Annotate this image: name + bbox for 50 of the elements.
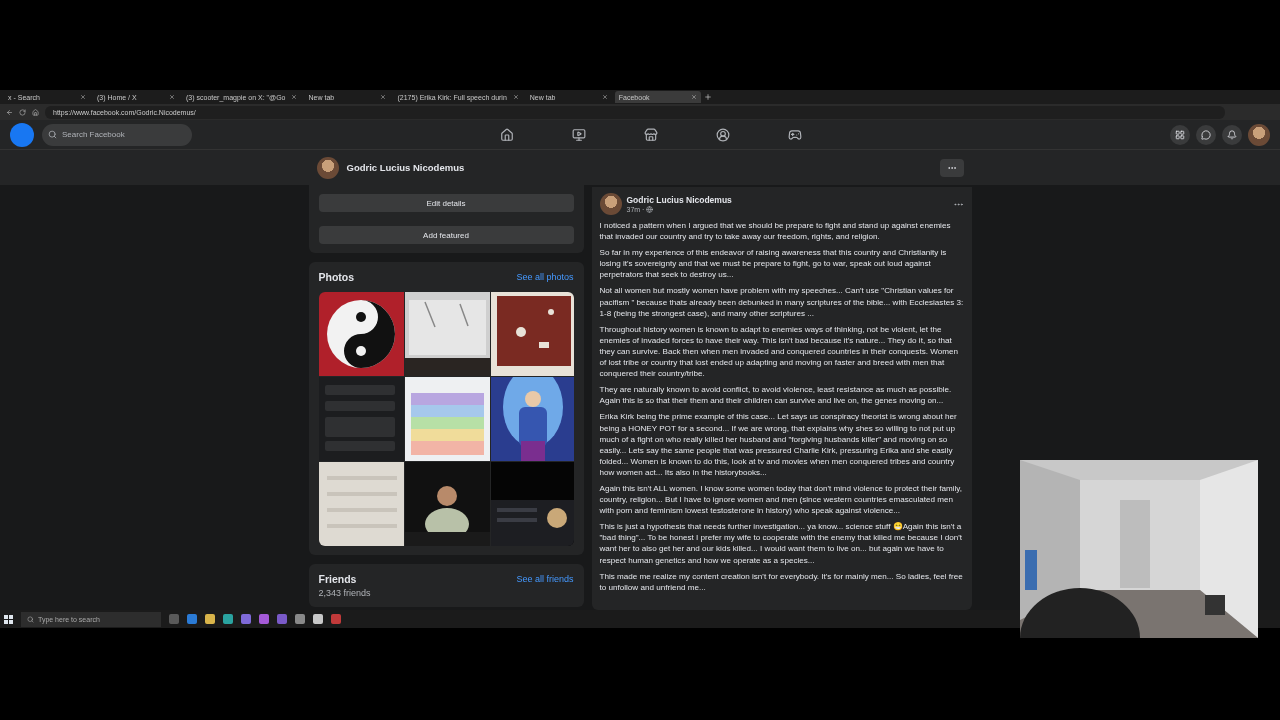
action-button[interactable]: Edit details xyxy=(318,194,574,212)
post-author[interactable]: Godric Lucius Nicodemus xyxy=(626,195,948,205)
post-paragraph: I noticed a pattern when I argued that we should be prepare to fight and stand up against enemies that invaded our country and try to take away our freedom, rights, and religion. xyxy=(599,220,952,243)
see-all-link[interactable]: See all photos xyxy=(516,272,574,282)
grid-icon xyxy=(1175,129,1185,140)
avatar xyxy=(599,193,622,215)
close-icon[interactable] xyxy=(291,94,298,100)
search-icon xyxy=(48,130,57,139)
friend-count: 2,343 friends xyxy=(318,588,372,598)
close-icon[interactable] xyxy=(512,94,519,100)
search-field[interactable]: Search Facebook xyxy=(42,123,192,146)
search-icon xyxy=(27,615,34,623)
post-paragraph: Throughout history women is known to adapt to enemies ways of thinking, not be violent, let the enemies of invaded forces to have their way. This isn't bad because it's nature... They do it, so that they can survive. Back then when men invaded and conquered countries in their conquests. Women of lost tribe or country that lost ended up adapting and moving on faster and breed with men that conquered their country/tribe. xyxy=(599,323,959,380)
windows-icon[interactable] xyxy=(4,614,13,624)
globe-icon xyxy=(646,206,654,213)
see-all-link[interactable]: See all friends xyxy=(516,574,574,584)
messenger-button[interactable] xyxy=(1196,124,1216,145)
home-icon[interactable] xyxy=(32,108,39,116)
post-paragraph: So far in my experience of this endeavor of raising awareness that this country and Christianity is losing it's sovereignty and that we must be prepare to fight, go to war, speak out loud against perpetrators that seek to destroy us... xyxy=(599,247,948,281)
close-icon[interactable] xyxy=(80,94,86,100)
card-title: Friends xyxy=(318,573,357,585)
close-icon[interactable] xyxy=(601,94,608,100)
post-paragraph: They are naturally known to avoid conflict, to avoid violence, least resistance as much as possible. Again this is so that their them and their children can survive and live on, the genes moving on... xyxy=(599,384,953,407)
bell-icon xyxy=(1227,129,1237,140)
card-title: Photos xyxy=(318,271,355,283)
post-paragraph: This is just a hypothesis that needs further investigation... ya know... science stuff 😁Again this isn't a "bad thing"... To be honest I prefer my wife to cooperate with the enemy that killed me because I don't want her to also get her and our kids killed... I would want them to live on... but again we have to respect human genetics and how we operate as a species... xyxy=(599,521,964,566)
post-paragraph: Again this isn't ALL women. I know some women today that don't mind violence to protect their family, country, religion... But I have to ignore women and men (since western countries emasculated men with porn and feminism lowest testosterone in history) who speak against violence... xyxy=(599,482,964,517)
reload-icon[interactable] xyxy=(19,108,26,116)
avatar xyxy=(316,156,339,179)
notifications-button[interactable] xyxy=(1222,124,1242,145)
menu-button[interactable] xyxy=(1170,124,1190,145)
close-icon[interactable] xyxy=(169,94,175,100)
video-icon[interactable] xyxy=(572,127,586,142)
back-icon[interactable] xyxy=(6,108,13,116)
more-button[interactable] xyxy=(939,158,964,177)
gamepad-icon[interactable] xyxy=(788,127,802,142)
post-paragraph: Erika Kirk being the prime example of this case... Let says us conspiracy theorist is wrong about her being a HONEY POT for a second... If we are wrong, that explains why shes so willing to not put up much of a fight on who really killed her husband and "forgiving husbands killer" and moving on so easily... Lets say the same people that was pressured Charlie Kirk, pressuring Erika and she easily folded... Women is known to do this, look at tv and movies when men conquered tribes and country how women act... Its also in the historybooks... xyxy=(599,411,958,478)
close-icon[interactable] xyxy=(690,94,697,100)
action-button[interactable]: Add featured xyxy=(318,226,574,244)
profile-name: Godric Lucius Nicodemus xyxy=(346,162,466,173)
logo-icon[interactable] xyxy=(10,122,34,147)
chat-bubble-icon xyxy=(1201,129,1211,140)
home-icon[interactable] xyxy=(500,127,514,142)
post-paragraph: Not all women but mostly women have problem with my speeches... Can't use "Christian values for pacifism " because thats already been debunked in many scriptures of the bible... with Ecclesiastes 3: 1-8 (being the strongest case), and many other scriptures ... xyxy=(599,285,964,319)
profile-circle-icon[interactable] xyxy=(716,127,730,142)
post-paragraph: This made me realize my content creation isn't for everybody. It's for mainly men... So ladies, feel free to unfollow and unfriend me... xyxy=(599,570,964,593)
new-tab-icon[interactable] xyxy=(703,93,712,101)
close-icon[interactable] xyxy=(380,94,387,100)
store-icon[interactable] xyxy=(644,127,658,142)
avatar[interactable] xyxy=(1248,123,1270,146)
